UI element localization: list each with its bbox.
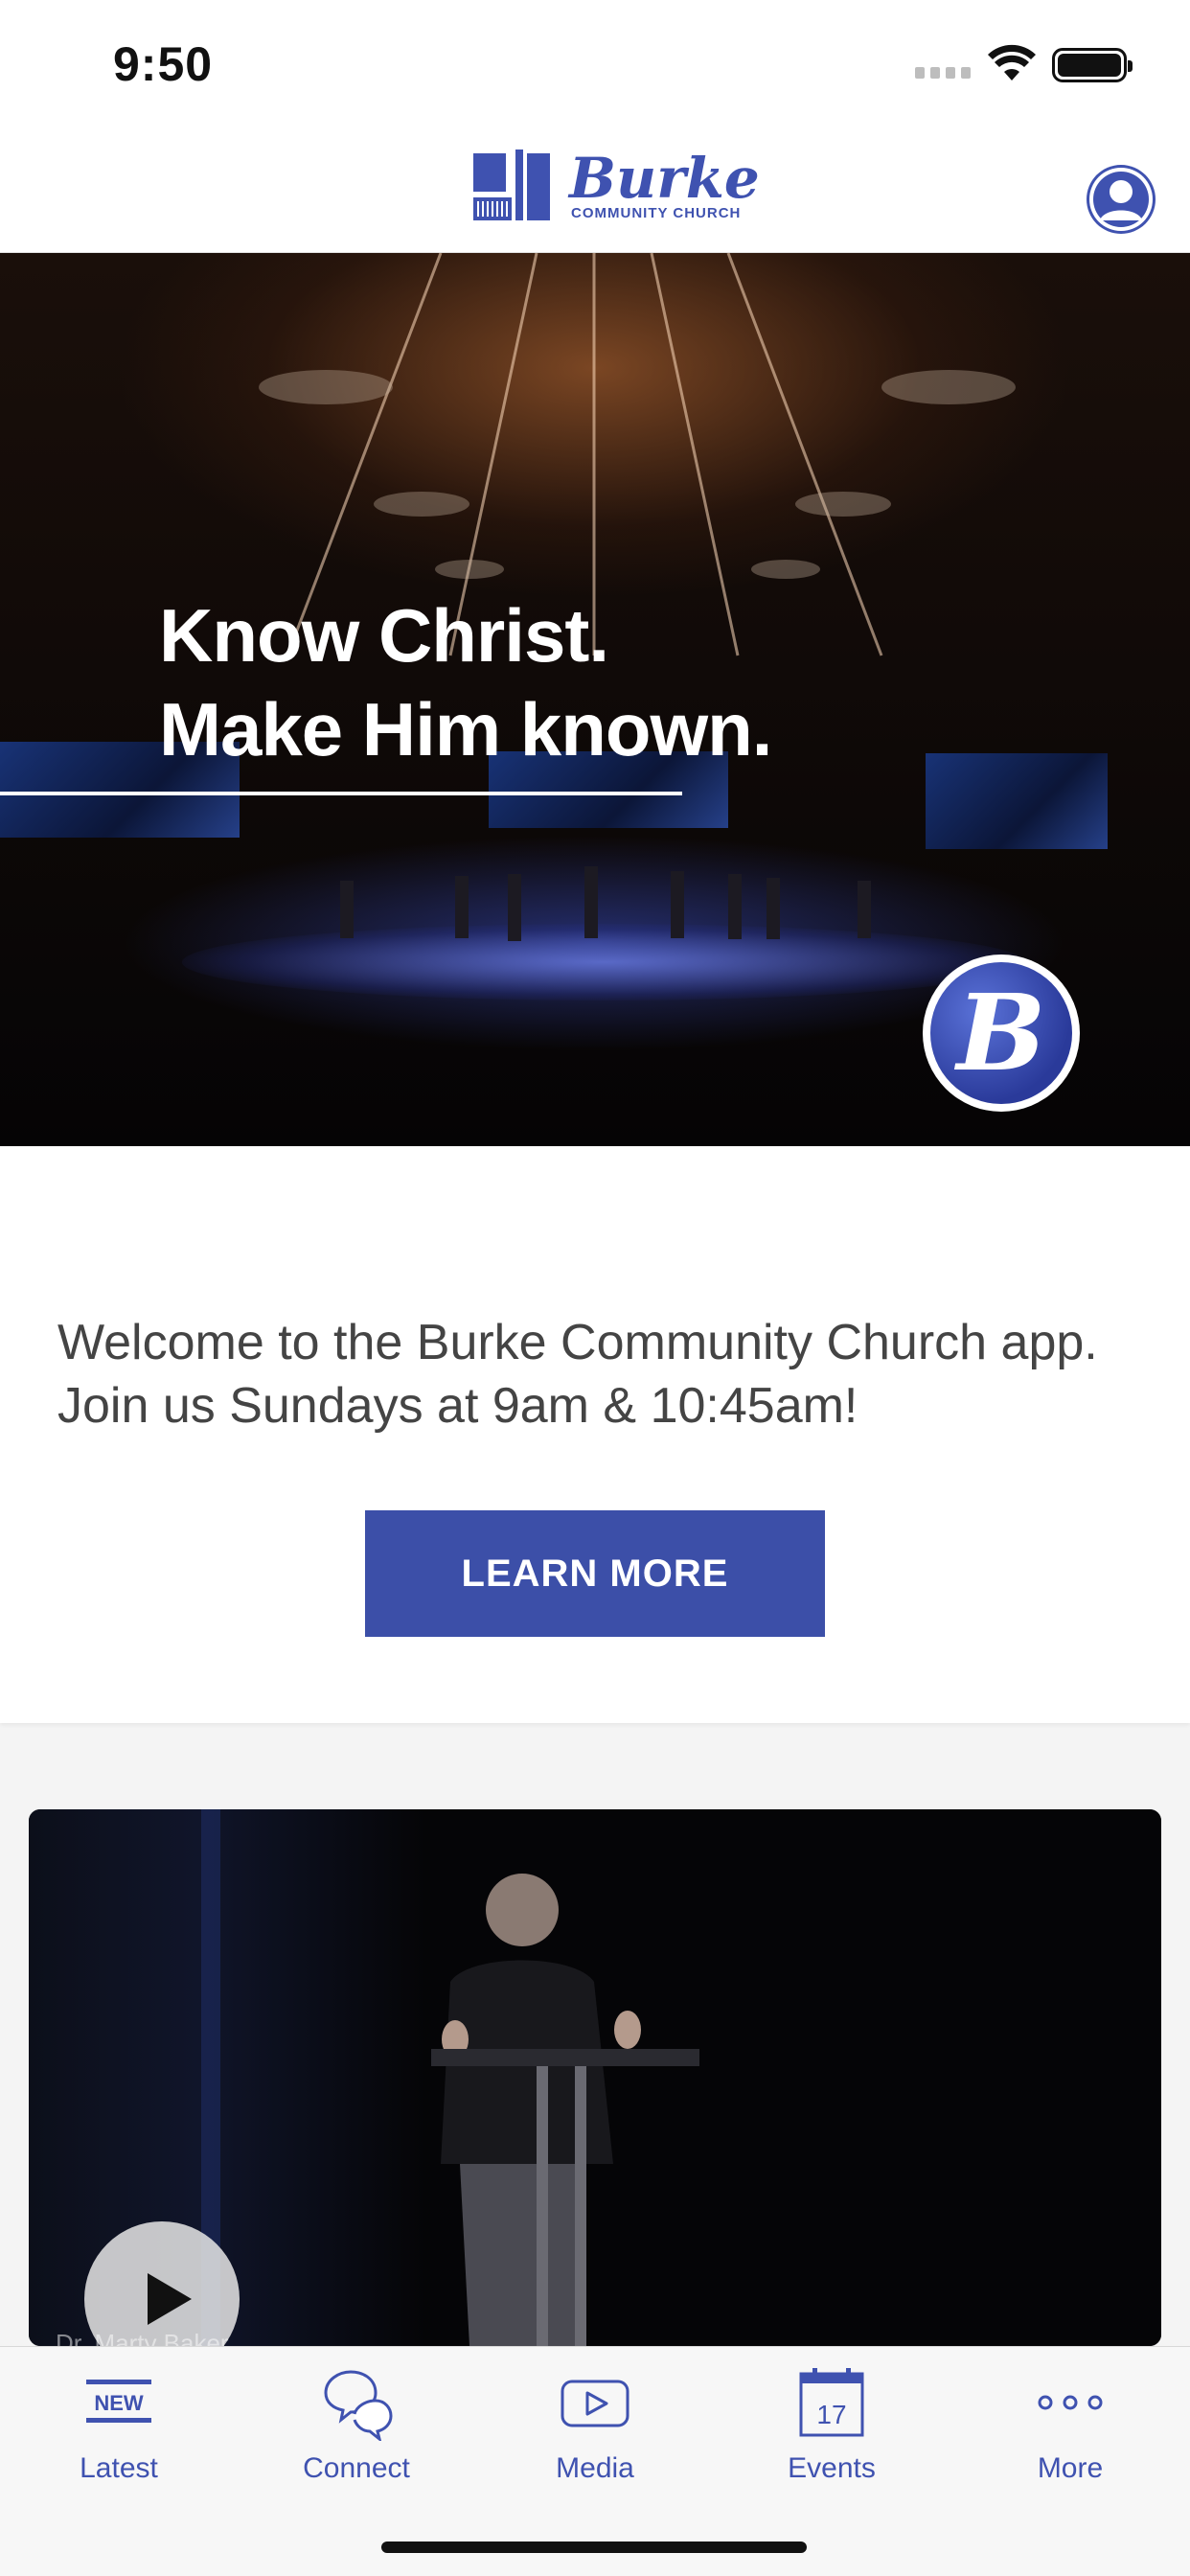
chat-bubbles-icon <box>324 2370 393 2441</box>
play-screen-icon <box>561 2380 629 2427</box>
calendar-icon: 17 <box>799 2368 864 2437</box>
logo-subtitle: COMMUNITY CHURCH <box>571 204 742 221</box>
church-logo: Burke COMMUNITY CHURCH <box>471 148 760 224</box>
tab-label-more: More <box>1037 2452 1104 2484</box>
app-header: Burke COMMUNITY CHURCH <box>0 134 1190 253</box>
battery-icon <box>1052 48 1133 82</box>
sermon-video-card[interactable]: Dr. Marty Baker <box>29 1809 1161 2346</box>
tab-label-connect: Connect <box>303 2452 410 2484</box>
wifi-icon <box>988 44 1036 80</box>
welcome-text: Welcome to the Burke Community Church ap… <box>57 1315 1098 1434</box>
cellular-signal-icon <box>915 67 971 79</box>
video-caption: Dr. Marty Baker <box>56 2329 229 2346</box>
status-bar: 9:50 <box>0 0 1190 134</box>
hero-banner[interactable]: Know Christ. Make Him known. B <box>0 253 1190 1146</box>
learn-more-button[interactable]: LEARN MORE <box>365 1510 825 1637</box>
tab-media[interactable]: Media <box>499 2364 691 2508</box>
tab-label-events: Events <box>788 2452 876 2484</box>
welcome-card: Welcome to the Burke Community Church ap… <box>0 1146 1190 1723</box>
hero-title-line1: Know Christ. <box>159 593 609 678</box>
home-indicator[interactable] <box>381 2542 807 2553</box>
church-building-icon <box>473 150 550 220</box>
new-badge-text: NEW <box>94 2391 144 2415</box>
pulpit <box>431 2049 699 2346</box>
logo-name: Burke <box>569 145 760 211</box>
hero-title: Know Christ. Make Him known. <box>159 588 772 776</box>
play-icon <box>148 2273 192 2325</box>
new-icon: NEW <box>86 2380 151 2423</box>
tab-latest[interactable]: NEW Latest <box>23 2364 215 2508</box>
status-time: 9:50 <box>113 37 214 91</box>
hero-divider-line <box>0 792 682 795</box>
tab-connect[interactable]: Connect <box>261 2364 452 2508</box>
hero-title-line2: Make Him known. <box>159 687 772 771</box>
tab-label-media: Media <box>556 2452 634 2484</box>
user-icon <box>1089 168 1153 231</box>
tab-events[interactable]: 17 Events <box>736 2364 927 2508</box>
more-dots-icon <box>1038 2395 1103 2410</box>
tab-more[interactable]: More <box>974 2364 1166 2508</box>
church-badge-logo: B <box>923 954 1080 1112</box>
profile-button[interactable] <box>1087 165 1156 234</box>
badge-letter: B <box>930 962 1072 1104</box>
tab-label-latest: Latest <box>80 2452 158 2484</box>
calendar-day: 17 <box>816 2400 846 2429</box>
